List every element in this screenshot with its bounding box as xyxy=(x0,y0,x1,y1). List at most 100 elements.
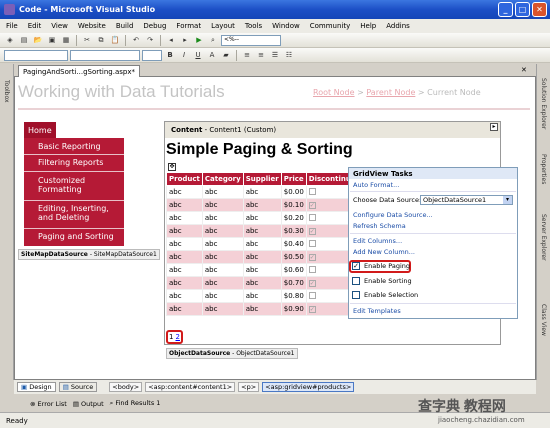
error-list-label: Error List xyxy=(37,399,67,408)
products-gridview[interactable]: Product Category Supplier Price Disconti… xyxy=(166,172,364,316)
bold-icon[interactable]: B xyxy=(164,50,176,61)
undo-icon[interactable]: ↶ xyxy=(130,35,142,46)
source-tab-label: Source xyxy=(70,383,94,391)
menu-community[interactable]: Community xyxy=(310,22,351,30)
nav-item-basic-reporting[interactable]: Basic Reporting xyxy=(38,142,101,151)
table-cell: abc xyxy=(166,289,203,303)
document-tab[interactable]: PagingAndSorti...gSorting.aspx* xyxy=(18,65,140,77)
add-item-icon[interactable]: ▤ xyxy=(18,35,30,46)
choose-data-source-label: Choose Data Source: xyxy=(353,196,422,204)
bullets-icon[interactable]: ☰ xyxy=(269,50,281,61)
output-tab[interactable]: ▤ Output xyxy=(73,400,104,408)
align-left-icon[interactable]: ≡ xyxy=(241,50,253,61)
menu-format[interactable]: Format xyxy=(176,22,201,30)
menu-debug[interactable]: Debug xyxy=(143,22,166,30)
move-handle-icon[interactable]: ✥ xyxy=(168,163,176,171)
nav-item-customized-formatting[interactable]: Customized Formatting xyxy=(38,176,108,194)
close-document-icon[interactable]: ✕ xyxy=(521,66,527,74)
italic-icon[interactable]: I xyxy=(178,50,190,61)
tag-crumb-body[interactable]: <body> xyxy=(109,382,143,392)
nav-item-paging-sorting[interactable]: Paging and Sorting xyxy=(38,232,114,241)
content-smart-tag-icon[interactable]: ▸ xyxy=(490,123,498,131)
source-view-tab[interactable]: ▤ Source xyxy=(58,382,98,392)
window-title: Code - Microsoft Visual Studio xyxy=(19,5,156,14)
new-project-icon[interactable]: ◈ xyxy=(4,35,16,46)
save-all-icon[interactable]: ▦ xyxy=(60,35,72,46)
configure-data-source-link[interactable]: Configure Data Source... xyxy=(353,211,433,219)
redo-icon[interactable]: ↷ xyxy=(144,35,156,46)
sitemap-datasource-control[interactable]: SiteMapDataSource - SiteMapDataSource1 xyxy=(18,249,160,260)
save-icon[interactable]: ▣ xyxy=(46,35,58,46)
nav-home[interactable]: Home xyxy=(24,122,56,138)
underline-icon[interactable]: U xyxy=(192,50,204,61)
menu-tools[interactable]: Tools xyxy=(245,22,262,30)
enable-sorting-checkbox[interactable]: Enable Sorting xyxy=(352,277,412,285)
enable-paging-checkbox[interactable]: ✓ Enable Paging xyxy=(352,262,410,270)
minimize-button[interactable]: _ xyxy=(498,2,513,17)
find-results-tab[interactable]: ⌕ Find Results 1 xyxy=(110,399,161,408)
table-cell: abc xyxy=(201,237,244,251)
navigate-back-icon[interactable]: ◂ xyxy=(165,35,177,46)
design-view-tab[interactable]: ▣ Design xyxy=(17,382,56,392)
menu-layout[interactable]: Layout xyxy=(211,22,235,30)
numbering-icon[interactable]: ☷ xyxy=(283,50,295,61)
breadcrumb-parent[interactable]: Parent Node xyxy=(366,88,415,97)
font-name-combo[interactable] xyxy=(70,49,140,61)
maximize-button[interactable]: □ xyxy=(515,2,530,17)
block-format-combo[interactable] xyxy=(4,49,68,61)
edit-columns-link[interactable]: Edit Columns... xyxy=(353,237,402,245)
discontinued-checkbox-icon xyxy=(308,239,316,247)
object-datasource-control[interactable]: ObjectDataSource - ObjectDataSource1 xyxy=(166,348,298,359)
refresh-schema-link[interactable]: Refresh Schema xyxy=(353,222,406,230)
paste-icon[interactable]: 📋 xyxy=(109,35,121,46)
enable-selection-checkbox[interactable]: Enable Selection xyxy=(352,291,418,299)
font-color-icon[interactable]: A xyxy=(206,50,218,61)
menu-website[interactable]: Website xyxy=(78,22,106,30)
nav-item-filtering-reports[interactable]: Filtering Reports xyxy=(38,158,103,167)
table-cell: abc xyxy=(242,263,282,277)
open-icon[interactable]: 📂 xyxy=(32,35,44,46)
add-new-column-link[interactable]: Add New Column... xyxy=(353,248,415,256)
edit-templates-link[interactable]: Edit Templates xyxy=(353,307,401,315)
cut-icon[interactable]: ✂ xyxy=(81,35,93,46)
auto-format-link[interactable]: Auto Format... xyxy=(353,181,399,189)
toolbox-tab[interactable]: Toolbox xyxy=(3,80,10,103)
server-explorer-tab[interactable]: Server Explorer xyxy=(540,214,547,261)
align-center-icon[interactable]: ≡ xyxy=(255,50,267,61)
menu-build[interactable]: Build xyxy=(116,22,134,30)
close-button[interactable]: ✕ xyxy=(532,2,547,17)
menu-window[interactable]: Window xyxy=(272,22,300,30)
design-icon: ▣ xyxy=(21,383,28,391)
discontinued-checkbox-icon: ✓ xyxy=(308,202,316,209)
page-title: Working with Data Tutorials xyxy=(18,82,225,101)
find-icon[interactable]: ⌕ xyxy=(207,35,219,46)
tag-crumb-content[interactable]: <asp:content#content1> xyxy=(145,382,236,392)
error-list-tab[interactable]: ⊗ Error List xyxy=(30,400,67,408)
pager-page-2[interactable]: 2 xyxy=(176,333,180,341)
nav-item-editing[interactable]: Editing, Inserting, and Deleting xyxy=(38,204,120,222)
menu-addins[interactable]: Addins xyxy=(386,22,410,30)
menu-help[interactable]: Help xyxy=(360,22,376,30)
tag-crumb-p[interactable]: <p> xyxy=(238,382,260,392)
table-cell: abc xyxy=(242,185,282,199)
menu-file[interactable]: File xyxy=(6,22,18,30)
choose-data-source-select[interactable]: ObjectDataSource1 ▾ xyxy=(420,195,513,205)
start-debug-icon[interactable]: ▶ xyxy=(193,35,205,46)
font-size-combo[interactable] xyxy=(142,49,162,61)
menu-edit[interactable]: Edit xyxy=(28,22,42,30)
properties-tab[interactable]: Properties xyxy=(540,154,547,184)
content-id: - Content1 (Custom) xyxy=(204,126,277,134)
toolbox-strip[interactable]: Toolbox xyxy=(0,64,14,380)
table-cell: abc xyxy=(242,198,282,212)
solution-explorer-tab[interactable]: Solution Explorer xyxy=(540,78,547,129)
right-panels-strip: Solution Explorer Properties Server Expl… xyxy=(536,64,550,380)
breadcrumb-root[interactable]: Root Node xyxy=(313,88,355,97)
find-combo[interactable]: <%-- xyxy=(221,34,281,46)
highlight-icon[interactable]: ▰ xyxy=(220,50,232,61)
navigate-forward-icon[interactable]: ▸ xyxy=(179,35,191,46)
menu-view[interactable]: View xyxy=(51,22,68,30)
error-list-icon: ⊗ xyxy=(30,399,36,408)
class-view-tab[interactable]: Class View xyxy=(540,304,547,336)
copy-icon[interactable]: ⧉ xyxy=(95,35,107,46)
tag-crumb-gridview[interactable]: <asp:gridview#products> xyxy=(262,382,355,392)
